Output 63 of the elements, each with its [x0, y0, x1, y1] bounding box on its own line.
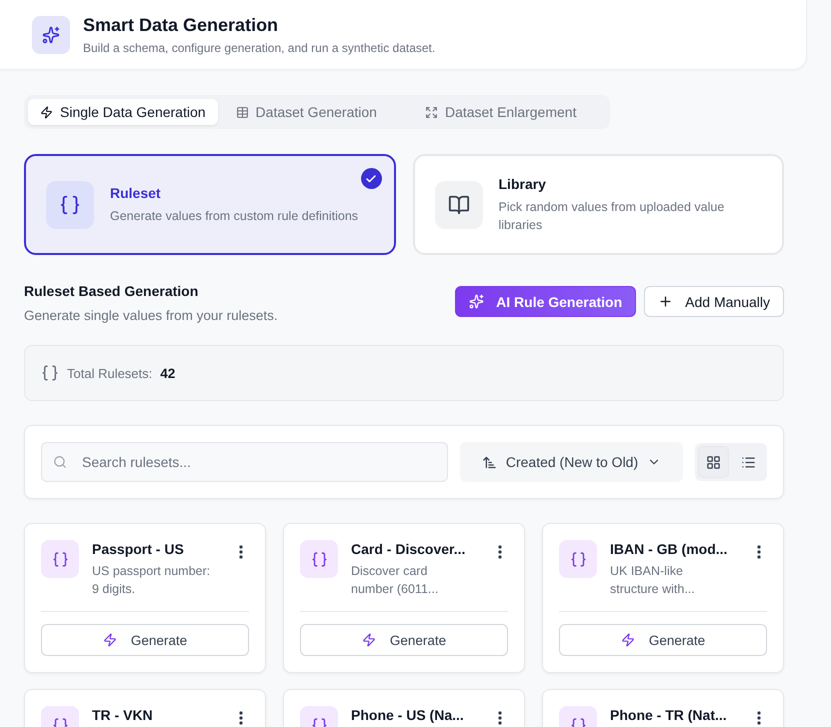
- braces-icon: [559, 540, 597, 578]
- ruleset-title: Phone - US (Na...: [351, 707, 465, 723]
- ruleset-title: Phone - TR (Nat...: [610, 707, 728, 723]
- braces-icon: [46, 180, 94, 228]
- ruleset-title: IBAN - GB (mod...: [610, 541, 728, 557]
- sort-icon: [482, 454, 497, 470]
- ai-rule-generation-button[interactable]: AI Rule Generation: [455, 286, 636, 317]
- mode-description: Generate values from custom rule definitions: [110, 208, 358, 224]
- more-icon: [239, 711, 243, 725]
- sparkles-icon: [469, 294, 484, 309]
- mode-card[interactable]: Library Pick random values from uploaded value libraries: [412, 154, 784, 255]
- check-icon: [360, 168, 382, 189]
- ruleset-title: Card - Discover...: [351, 541, 466, 557]
- generate-button[interactable]: Generate: [559, 624, 767, 656]
- ruleset-title: Passport - US: [92, 541, 185, 557]
- lightning-icon: [620, 633, 635, 647]
- lightning-icon: [40, 106, 53, 118]
- tab[interactable]: Dataset Generation: [224, 99, 389, 125]
- stat-value: 42: [160, 366, 176, 380]
- section-title: Ruleset Based Generation: [24, 283, 200, 299]
- more-button[interactable]: [239, 545, 243, 559]
- tab[interactable]: Single Data Generation: [28, 99, 218, 125]
- page-title: Smart Data Generation: [83, 14, 280, 36]
- list-icon: [741, 454, 756, 470]
- tab[interactable]: Dataset Enlargement: [412, 99, 588, 125]
- more-icon: [757, 545, 761, 559]
- ruleset-description: Discover card number (6011...: [351, 563, 440, 598]
- stat-label: Total Rulesets:: [67, 366, 152, 380]
- more-button[interactable]: [239, 711, 243, 725]
- more-icon: [757, 711, 761, 725]
- braces-icon: [41, 540, 79, 578]
- page-subtitle: Build a schema, configure generation, and run a synthetic dataset.: [83, 40, 436, 54]
- more-button[interactable]: [757, 711, 761, 725]
- braces-icon: [300, 540, 338, 578]
- mode-card[interactable]: Ruleset Generate values from custom rule definitions: [24, 154, 396, 255]
- more-icon: [498, 711, 502, 725]
- ruleset-title: TR - VKN: [92, 707, 154, 723]
- ruleset-description: US passport number: 9 digits.: [92, 563, 212, 598]
- more-icon: [239, 545, 243, 559]
- generate-button[interactable]: Generate: [41, 624, 249, 656]
- more-button[interactable]: [498, 545, 502, 559]
- section-subtitle: Generate single values from your rulesets.: [24, 308, 278, 323]
- sort-dropdown[interactable]: Created (New to Old): [460, 442, 683, 482]
- ruleset-description: UK IBAN-like structure with...: [610, 563, 696, 598]
- more-button[interactable]: [498, 711, 502, 725]
- plus-icon: [658, 294, 674, 309]
- more-button[interactable]: [757, 545, 761, 559]
- table-icon: [236, 106, 249, 118]
- lightning-icon: [362, 633, 376, 647]
- search-field[interactable]: Search rulesets...: [41, 442, 448, 482]
- generate-button[interactable]: Generate: [300, 624, 508, 656]
- add-manually-button[interactable]: Add Manually: [644, 286, 784, 317]
- grid-view-button[interactable]: [698, 446, 729, 478]
- mode-title: Ruleset: [110, 184, 162, 200]
- lightning-icon: [102, 633, 117, 647]
- mode-description: Pick random values from uploaded value libraries: [498, 198, 726, 234]
- book-icon: [434, 180, 482, 228]
- expand-icon: [424, 106, 438, 118]
- grid-icon: [706, 454, 721, 470]
- mode-title: Library: [498, 176, 547, 192]
- braces-icon: [41, 364, 59, 382]
- sparkles-icon: [32, 16, 70, 54]
- more-icon: [498, 545, 502, 559]
